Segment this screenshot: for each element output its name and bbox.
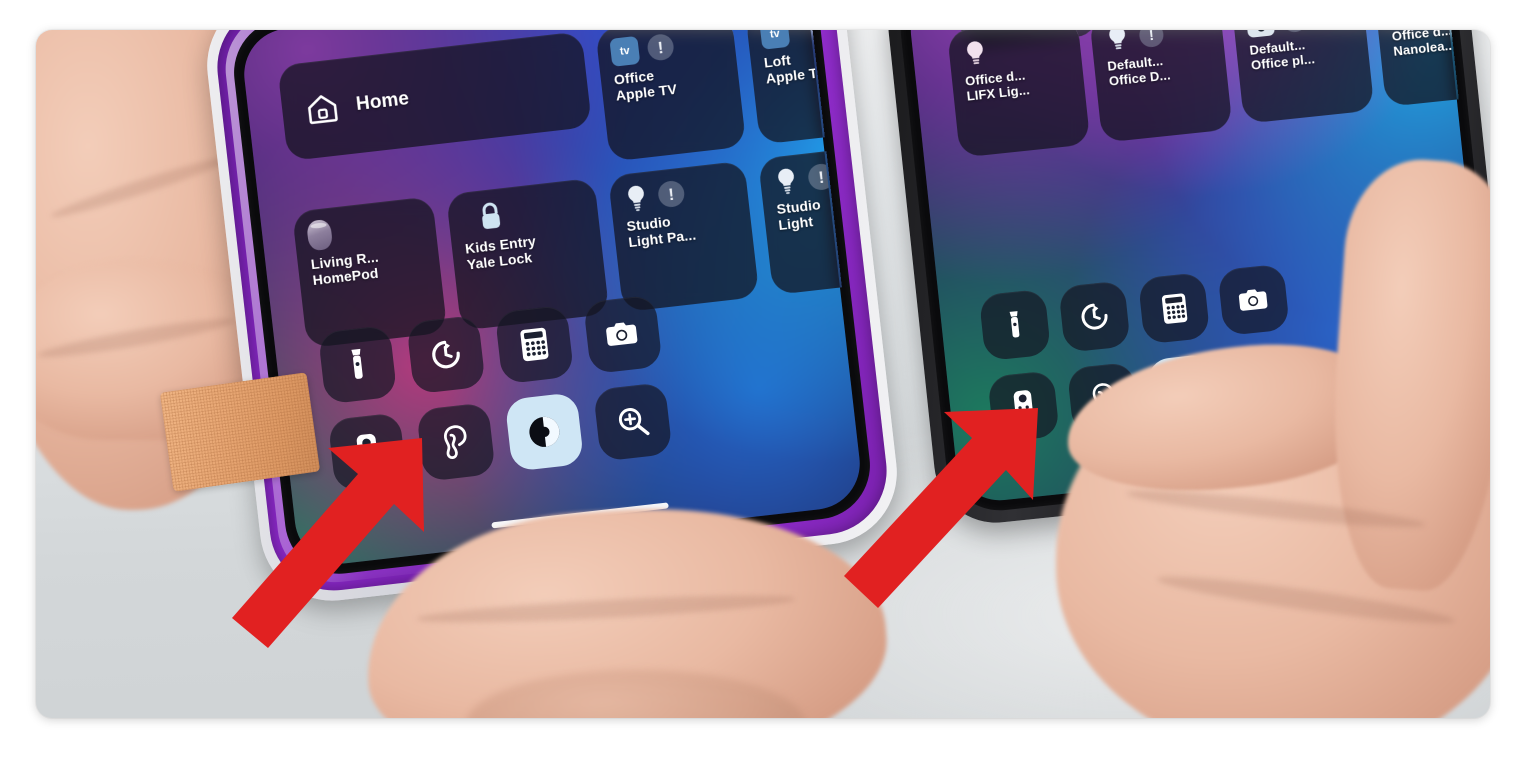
control-timer[interactable] (1058, 280, 1131, 353)
lightbulb-icon (628, 185, 644, 212)
tile-icon-group (961, 30, 1069, 69)
tile-label: Default... Office pl... (1248, 37, 1316, 73)
home-tile-default-office-plug[interactable]: ! Default... Office pl... (1231, 30, 1375, 124)
home-icon (308, 95, 338, 125)
home-tile-office-lifx-light[interactable]: Office d... LIFX Lig... (946, 30, 1091, 158)
control-camera[interactable] (1217, 263, 1290, 337)
warning-badge: ! (1281, 30, 1308, 33)
homepod-icon (306, 218, 334, 252)
screenshot-stage: Home tv ! Office Apple TV tv Loft Apple … (0, 0, 1526, 758)
tile-label: Studio Light Pa... (625, 213, 697, 250)
contrast-circle-icon (529, 416, 560, 447)
home-tile-label: Home (354, 88, 411, 116)
control-camera[interactable] (583, 294, 663, 375)
tile-icon-group (306, 208, 425, 252)
lightbulb-icon (778, 168, 794, 195)
warning-badge: ! (806, 162, 836, 192)
camera-icon (1238, 288, 1267, 311)
calculator-icon (520, 327, 549, 362)
control-calculator[interactable] (494, 304, 575, 385)
tile-label: Kids Entry Yale Lock (464, 232, 537, 273)
tile-label: Office d... LIFX Lig... (964, 67, 1031, 104)
tile-label: Living R... HomePod (310, 248, 380, 288)
lock-icon (482, 202, 501, 229)
tile-icon-group: ! (622, 173, 736, 213)
lightbulb-icon (967, 41, 983, 65)
control-flashlight[interactable] (978, 288, 1052, 362)
control-magnifier[interactable] (592, 381, 673, 462)
timer-icon (1081, 303, 1108, 330)
warning-badge: ! (646, 32, 675, 62)
camera-icon (606, 322, 638, 346)
arrow-left (232, 438, 424, 648)
control-timer[interactable] (406, 314, 486, 395)
tile-icon-group (474, 190, 587, 234)
apple-tv-icon: tv (759, 30, 791, 50)
flashlight-icon (351, 348, 363, 379)
calculator-icon (1161, 293, 1187, 324)
flashlight-icon (1009, 311, 1020, 338)
control-dark-mode[interactable] (504, 392, 585, 472)
arrow-right (844, 408, 1038, 608)
control-calculator[interactable] (1137, 271, 1211, 345)
tile-label: Default... Office D... (1106, 53, 1172, 89)
lightbulb-icon (1109, 30, 1126, 50)
control-flashlight[interactable] (317, 324, 398, 405)
warning-badge: ! (656, 179, 686, 209)
home-tile-default-office-d[interactable]: ! Default... Office D... (1089, 30, 1233, 143)
tile-label: Office Apple TV (613, 67, 678, 104)
magnifier-plus-icon (618, 408, 650, 436)
apple-tv-icon: tv (609, 35, 641, 67)
home-tile-office-apple-tv[interactable]: tv ! Office Apple TV (595, 30, 747, 162)
outlet-icon (1245, 30, 1276, 38)
warning-badge: ! (1138, 30, 1165, 49)
photo-card: Home tv ! Office Apple TV tv Loft Apple … (36, 30, 1490, 718)
timer-icon (432, 340, 460, 369)
